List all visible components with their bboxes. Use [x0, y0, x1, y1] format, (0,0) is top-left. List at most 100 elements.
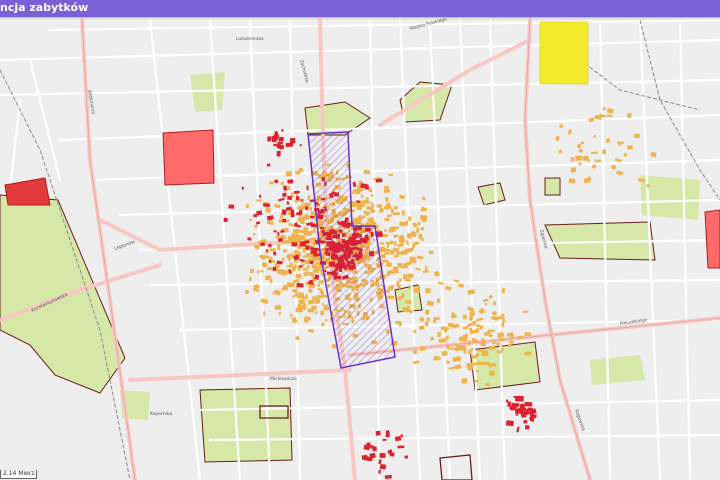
- monument-marker[interactable]: [383, 188, 391, 194]
- monument-marker[interactable]: [568, 178, 576, 184]
- monument-marker[interactable]: [529, 416, 535, 422]
- monument-marker[interactable]: [402, 307, 409, 313]
- park-small-1[interactable]: [477, 182, 506, 206]
- monument-marker[interactable]: [299, 143, 303, 147]
- monument-marker[interactable]: [379, 452, 386, 459]
- monument-marker[interactable]: [259, 194, 262, 198]
- monument-marker[interactable]: [301, 199, 304, 202]
- monument-marker[interactable]: [278, 136, 284, 142]
- monument-marker[interactable]: [488, 345, 496, 350]
- monument-marker[interactable]: [389, 228, 394, 233]
- monument-marker[interactable]: [273, 143, 277, 147]
- monument-marker[interactable]: [468, 315, 474, 321]
- monument-marker[interactable]: [480, 341, 487, 347]
- monument-marker[interactable]: [282, 218, 287, 223]
- monument-marker[interactable]: [387, 295, 395, 300]
- monument-marker[interactable]: [592, 164, 596, 169]
- monument-marker[interactable]: [292, 288, 298, 293]
- monument-marker[interactable]: [293, 264, 297, 270]
- monument-marker[interactable]: [385, 430, 390, 434]
- monument-marker[interactable]: [272, 291, 275, 295]
- monument-marker[interactable]: [441, 350, 448, 357]
- monument-marker[interactable]: [438, 339, 444, 343]
- monument-marker[interactable]: [278, 311, 282, 316]
- monument-marker[interactable]: [282, 248, 288, 253]
- monument-marker[interactable]: [293, 279, 299, 284]
- monument-marker[interactable]: [484, 332, 489, 336]
- monument-marker[interactable]: [398, 278, 402, 283]
- monument-marker[interactable]: [525, 408, 530, 412]
- monument-marker[interactable]: [365, 197, 369, 201]
- monument-marker[interactable]: [488, 334, 493, 337]
- monument-marker[interactable]: [623, 153, 628, 157]
- monument-marker[interactable]: [392, 266, 399, 272]
- monument-marker[interactable]: [293, 190, 300, 194]
- monument-marker[interactable]: [440, 326, 446, 330]
- monument-marker[interactable]: [269, 248, 276, 252]
- monument-marker[interactable]: [352, 181, 357, 187]
- monument-marker[interactable]: [273, 230, 277, 233]
- monument-marker[interactable]: [409, 259, 417, 263]
- monument-marker[interactable]: [310, 210, 314, 216]
- monument-marker[interactable]: [287, 195, 293, 201]
- monument-marker[interactable]: [399, 221, 406, 227]
- monument-marker[interactable]: [627, 145, 633, 150]
- monument-marker[interactable]: [384, 197, 389, 202]
- monument-marker[interactable]: [266, 163, 271, 167]
- monument-block-west[interactable]: [162, 129, 215, 186]
- monument-marker[interactable]: [463, 333, 469, 339]
- monument-marker[interactable]: [283, 227, 289, 233]
- monument-marker[interactable]: [437, 356, 441, 361]
- monument-marker[interactable]: [434, 270, 440, 277]
- monument-marker[interactable]: [447, 322, 455, 328]
- monument-marker[interactable]: [436, 331, 442, 338]
- monument-marker[interactable]: [301, 202, 305, 205]
- monument-marker[interactable]: [386, 214, 392, 218]
- monument-marker[interactable]: [266, 220, 274, 226]
- monument-marker[interactable]: [462, 314, 467, 320]
- monument-marker[interactable]: [314, 310, 318, 315]
- monument-marker[interactable]: [372, 446, 378, 452]
- monument-marker[interactable]: [515, 403, 520, 406]
- monument-marker[interactable]: [385, 241, 389, 245]
- monument-marker[interactable]: [497, 331, 505, 338]
- monument-marker[interactable]: [279, 213, 284, 219]
- monument-marker[interactable]: [269, 181, 274, 185]
- monument-marker[interactable]: [469, 327, 473, 331]
- monument-marker[interactable]: [472, 320, 477, 324]
- monument-marker[interactable]: [527, 411, 532, 415]
- monument-marker[interactable]: [393, 212, 401, 216]
- monument-marker[interactable]: [590, 151, 598, 155]
- monument-marker[interactable]: [428, 250, 434, 255]
- monument-marker[interactable]: [396, 281, 400, 287]
- monument-marker[interactable]: [324, 304, 328, 309]
- monument-marker[interactable]: [420, 346, 426, 351]
- monument-marker[interactable]: [500, 313, 505, 318]
- monument-marker[interactable]: [406, 233, 413, 239]
- monument-marker[interactable]: [567, 129, 572, 135]
- monument-marker[interactable]: [318, 280, 322, 283]
- monument-marker[interactable]: [321, 322, 325, 327]
- monument-marker[interactable]: [303, 226, 309, 232]
- monument-marker[interactable]: [306, 265, 310, 269]
- monument-marker[interactable]: [379, 207, 384, 213]
- monument-marker[interactable]: [320, 310, 325, 316]
- monument-marker[interactable]: [452, 356, 457, 363]
- monument-marker[interactable]: [317, 287, 322, 291]
- monument-marker[interactable]: [370, 221, 374, 226]
- monument-marker[interactable]: [488, 370, 495, 376]
- monument-marker[interactable]: [399, 194, 406, 200]
- monument-marker[interactable]: [578, 149, 583, 153]
- monument-marker[interactable]: [254, 244, 260, 250]
- monument-marker[interactable]: [424, 265, 428, 271]
- monument-marker[interactable]: [386, 202, 391, 207]
- monument-marker[interactable]: [394, 435, 402, 442]
- monument-marker[interactable]: [309, 215, 315, 219]
- monument-marker[interactable]: [411, 230, 415, 236]
- monument-marker[interactable]: [362, 215, 366, 219]
- monument-marker[interactable]: [305, 294, 308, 300]
- monument-marker[interactable]: [416, 227, 420, 233]
- monument-marker[interactable]: [384, 217, 390, 222]
- monument-marker[interactable]: [646, 184, 650, 188]
- monument-marker[interactable]: [467, 289, 475, 295]
